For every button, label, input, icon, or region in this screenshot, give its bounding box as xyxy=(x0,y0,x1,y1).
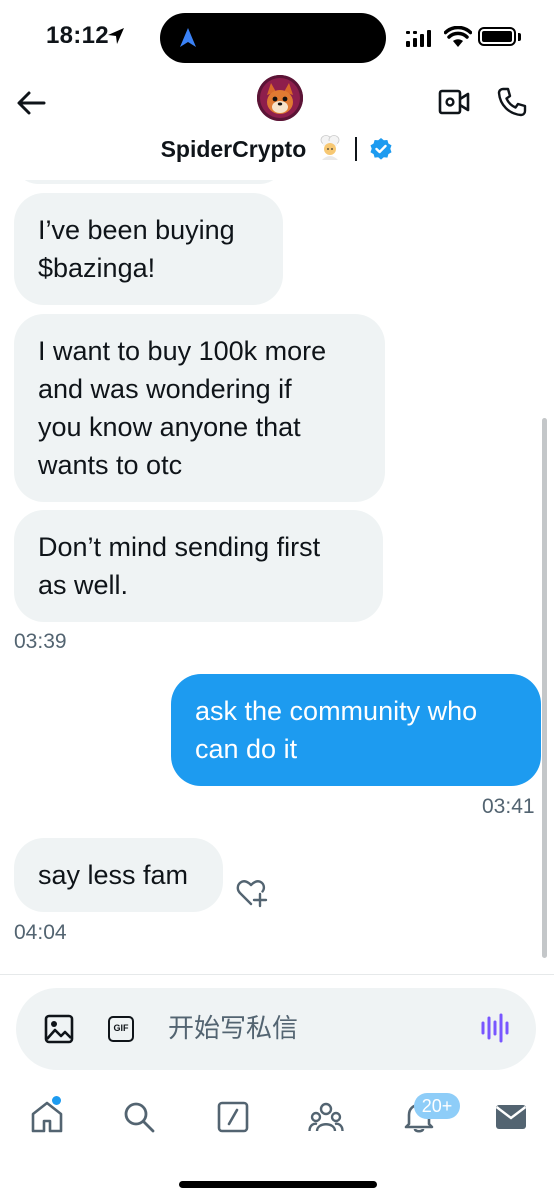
message-line: I’ve been buying xyxy=(38,215,235,245)
message-line: Don’t mind sending first xyxy=(38,532,321,562)
mail-icon[interactable] xyxy=(494,1100,528,1134)
home-unread-dot xyxy=(52,1096,61,1105)
conversation-header: SpiderCrypto xyxy=(0,70,554,180)
status-bar: 18:12 xyxy=(0,0,554,80)
voice-wave-icon[interactable] xyxy=(480,1012,510,1044)
contact-name-text: SpiderCrypto xyxy=(160,136,307,162)
dynamic-island xyxy=(160,13,386,63)
home-indicator xyxy=(179,1181,377,1188)
message-timestamp: 03:39 xyxy=(14,630,67,653)
message-composer: GIF xyxy=(16,988,536,1070)
message-bubble-incoming[interactable]: say less fam xyxy=(14,838,223,912)
message-line: and was wondering if xyxy=(38,374,292,404)
message-line: I want to buy 100k more xyxy=(38,336,327,366)
message-bubble-incoming[interactable]: Don’t mind sending first as well. xyxy=(14,510,383,622)
wifi-icon xyxy=(444,26,472,47)
message-line: you know anyone that xyxy=(38,412,301,442)
video-camera-icon[interactable] xyxy=(438,88,470,116)
verified-badge-icon xyxy=(370,138,392,160)
search-icon[interactable] xyxy=(122,1100,156,1134)
message-line: as well. xyxy=(38,570,129,600)
chef-emoji-icon xyxy=(320,135,340,160)
communities-icon[interactable] xyxy=(308,1100,344,1134)
battery-tip xyxy=(518,33,521,41)
navigation-arrow-icon xyxy=(180,28,196,47)
message-line: can do it xyxy=(195,734,298,764)
message-bubble-incoming[interactable]: I want to buy 100k more and was wonderin… xyxy=(14,314,385,502)
message-timestamp: 04:04 xyxy=(14,921,67,944)
message-bubble-incoming[interactable]: I’ve been buying $bazinga! xyxy=(14,193,283,305)
notifications-badge: 20+ xyxy=(414,1093,460,1119)
battery-icon xyxy=(478,27,516,46)
message-line: $bazinga! xyxy=(38,253,156,283)
message-line: say less fam xyxy=(38,860,189,890)
location-arrow-icon xyxy=(108,28,124,44)
composer-divider xyxy=(0,974,554,975)
cellular-signal-icon xyxy=(406,30,431,47)
image-icon[interactable] xyxy=(44,1014,74,1044)
contact-name[interactable]: SpiderCrypto xyxy=(0,134,554,163)
add-reaction-icon[interactable] xyxy=(236,878,270,908)
message-line: wants to otc xyxy=(38,450,183,480)
grok-icon[interactable] xyxy=(216,1100,250,1134)
avatar[interactable] xyxy=(257,75,303,121)
status-time: 18:12 xyxy=(46,22,109,49)
back-arrow-icon[interactable] xyxy=(14,86,48,120)
gif-icon[interactable]: GIF xyxy=(108,1016,134,1042)
name-divider xyxy=(355,137,358,161)
message-bubble-outgoing[interactable]: ask the community who can do it xyxy=(171,674,541,786)
message-input[interactable] xyxy=(168,1010,458,1048)
home-icon[interactable] xyxy=(30,1100,64,1134)
scrollbar[interactable] xyxy=(542,418,547,958)
phone-icon[interactable] xyxy=(496,86,528,118)
message-timestamp: 03:41 xyxy=(482,795,535,818)
message-line: ask the community who xyxy=(195,696,478,726)
